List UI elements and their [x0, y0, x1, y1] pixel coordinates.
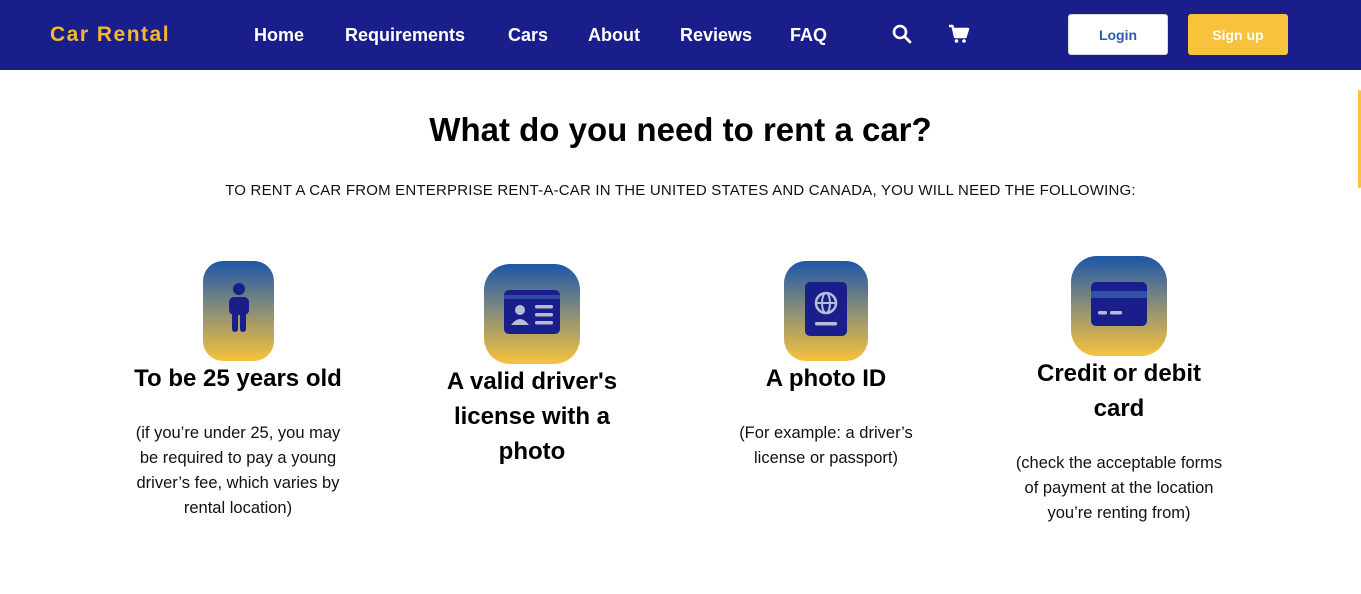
requirement-desc-age: (if you’re under 25, you may be required… — [108, 421, 368, 521]
requirement-title-payment: Credit or debit card — [989, 356, 1249, 426]
requirement-desc-payment: (check the acceptable forms of payment a… — [989, 451, 1249, 526]
credit-card-icon — [1090, 281, 1148, 332]
nav-link-about[interactable]: About — [588, 22, 640, 48]
person-icon — [222, 282, 256, 341]
nav-link-requirements[interactable]: Requirements — [345, 22, 465, 48]
desc-line: you’re renting from) — [1047, 504, 1191, 522]
desc-line: rental location) — [183, 499, 293, 517]
brand-logo[interactable]: Car Rental — [50, 20, 170, 50]
desc-line: driver’s fee, which varies by — [136, 474, 340, 492]
top-navbar: Car Rental Home Requirements Cars About … — [0, 0, 1361, 70]
login-button[interactable]: Login — [1068, 14, 1168, 55]
credit-card-icon-box — [1071, 256, 1167, 356]
nav-link-cars[interactable]: Cars — [508, 22, 548, 48]
desc-line: (if you’re under 25, you may — [135, 424, 341, 442]
title-line: license with a — [453, 403, 611, 430]
requirement-desc-photo-id: (For example: a driver’s license or pass… — [696, 421, 956, 471]
requirement-title-license: A valid driver's license with a photo — [402, 364, 662, 469]
nav-link-faq[interactable]: FAQ — [790, 22, 827, 48]
nav-link-reviews[interactable]: Reviews — [680, 22, 752, 48]
passport-icon — [804, 281, 848, 342]
signup-button[interactable]: Sign up — [1188, 14, 1288, 55]
title-line: Credit or debit — [1036, 360, 1201, 387]
nav-link-home[interactable]: Home — [254, 22, 304, 48]
desc-line: (For example: a driver’s — [739, 424, 913, 442]
passport-icon-box — [784, 261, 868, 361]
requirement-title-age: To be 25 years old — [134, 365, 342, 392]
page-subtitle: TO RENT A CAR FROM ENTERPRISE RENT-A-CAR… — [225, 182, 1136, 199]
page-title: What do you need to rent a car? — [429, 111, 932, 148]
cart-icon[interactable] — [948, 24, 970, 49]
requirement-title-photo-id: A photo ID — [765, 365, 887, 392]
title-line: card — [1093, 395, 1145, 422]
desc-line: (check the acceptable forms — [1015, 454, 1223, 472]
person-icon-box — [203, 261, 274, 361]
title-line: photo — [498, 438, 566, 465]
id-card-icon-box — [484, 264, 580, 364]
desc-line: be required to pay a young — [139, 449, 337, 467]
desc-line: of payment at the location — [1024, 479, 1214, 497]
title-line: A valid driver's — [446, 368, 618, 395]
id-card-icon — [503, 289, 561, 340]
desc-line: license or passport) — [754, 449, 898, 467]
search-icon[interactable] — [892, 24, 912, 49]
